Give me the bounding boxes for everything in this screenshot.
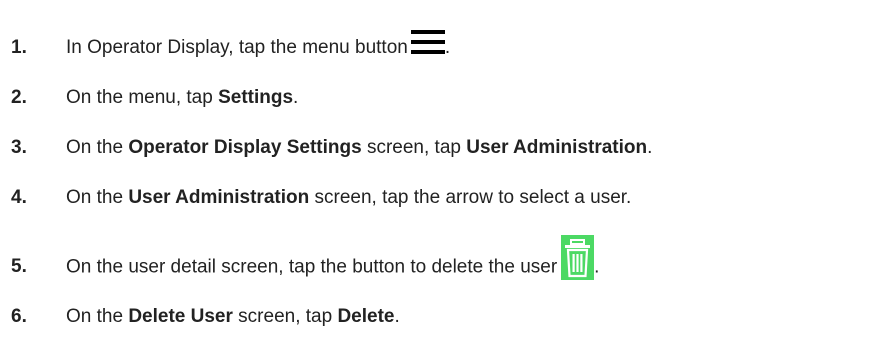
ui-term-settings: Settings: [218, 87, 294, 108]
step-text: On the menu, tap Settings.: [66, 87, 299, 108]
instruction-list: 1. In Operator Display, tap the menu but…: [0, 0, 888, 354]
step-4: 4. On the User Administration screen, ta…: [11, 178, 631, 218]
step-number: 3.: [11, 137, 27, 158]
ui-term-delete: Delete: [337, 306, 395, 327]
ui-term-operator-display-settings: Operator Display Settings: [128, 137, 362, 158]
trash-icon: [561, 234, 595, 280]
step-text: In Operator Display, tap the menu button…: [66, 30, 450, 60]
menu-icon: [410, 30, 445, 54]
step-number: 5.: [11, 256, 27, 277]
step-number: 4.: [11, 187, 27, 208]
ui-term-user-administration: User Administration: [466, 137, 648, 158]
ui-term-delete-user: Delete User: [128, 306, 233, 327]
step-text: On the user detail screen, tap the butto…: [66, 234, 599, 290]
ui-term-user-administration: User Administration: [128, 187, 310, 208]
step-text: On the Delete User screen, tap Delete.: [66, 306, 400, 327]
step-number: 2.: [11, 87, 27, 108]
step-2: 2. On the menu, tap Settings.: [11, 78, 298, 118]
step-text: On the User Administration screen, tap t…: [66, 187, 632, 208]
step-number: 6.: [11, 306, 27, 327]
step-5: 5. On the user detail screen, tap the bu…: [11, 234, 599, 290]
step-6: 6. On the Delete User screen, tap Delete…: [11, 297, 400, 337]
step-text: On the Operator Display Settings screen,…: [66, 137, 653, 158]
step-number: 1.: [11, 37, 27, 58]
step-3: 3. On the Operator Display Settings scre…: [11, 128, 652, 168]
step-1: 1. In Operator Display, tap the menu but…: [11, 28, 450, 68]
